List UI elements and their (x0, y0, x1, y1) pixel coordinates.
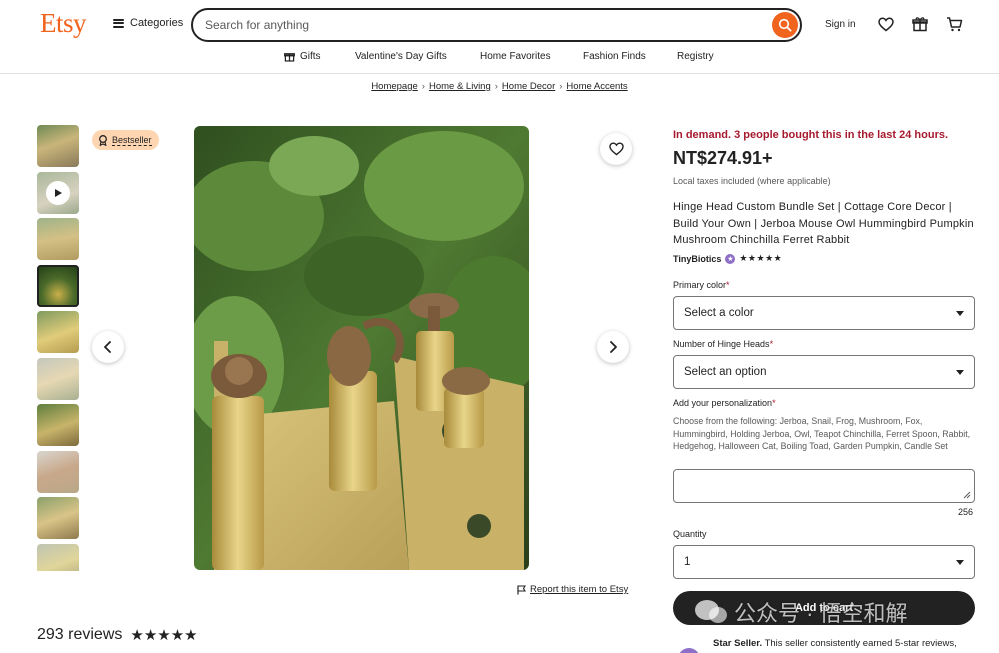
quantity-value: 1 (684, 556, 691, 568)
breadcrumb-home-decor[interactable]: Home Decor (502, 81, 555, 92)
flag-icon (517, 584, 526, 594)
primary-color-label-text: Primary color (673, 280, 727, 290)
signin-link[interactable]: Sign in (825, 19, 856, 30)
personalization-instructions: Choose from the following: Jerboa, Snail… (673, 416, 971, 451)
video-thumbnail[interactable] (37, 171, 79, 214)
gift-icon (284, 53, 295, 62)
rating-stars: ★★★★★ (130, 627, 198, 644)
search-bar (191, 8, 802, 42)
heart-icon (608, 142, 624, 156)
chevron-left-icon (104, 341, 111, 353)
nav-gifts-label: Gifts (300, 51, 321, 62)
star-seller-text: This seller consistently earned 5-star r… (764, 638, 957, 649)
bestseller-badge[interactable]: Bestseller (92, 130, 159, 150)
thumbnail[interactable] (37, 450, 79, 493)
thumbnail-active[interactable] (37, 264, 79, 307)
chevron-right-icon: › (421, 81, 425, 92)
product-photo (194, 126, 529, 570)
primary-color-label: Primary color* (673, 280, 730, 290)
thumbnail[interactable] (37, 125, 79, 167)
reviews-count: 293 reviews (37, 626, 123, 643)
hinge-heads-select[interactable]: Select an option (673, 355, 975, 389)
thumbnail[interactable] (37, 311, 79, 353)
star-seller-title: Star Seller. (713, 638, 763, 649)
nav-gifts[interactable]: Gifts (284, 51, 321, 62)
required-mark: * (772, 398, 776, 408)
categories-label: Categories (130, 17, 184, 29)
cart-button[interactable] (945, 15, 963, 33)
report-item-link[interactable]: Report this item to Etsy (517, 584, 628, 595)
quantity-label: Quantity (673, 529, 707, 539)
nav-valentines[interactable]: Valentine's Day Gifts (355, 51, 447, 62)
hinge-heads-label: Number of Hinge Heads* (673, 339, 773, 349)
primary-color-value: Select a color (684, 307, 754, 319)
etsy-logo[interactable]: Etsy (40, 8, 87, 39)
breadcrumb-home-accents[interactable]: Home Accents (566, 81, 627, 92)
hinge-heads-value: Select an option (684, 366, 767, 378)
add-favorite-button[interactable] (600, 133, 632, 165)
character-counter: 256 (958, 507, 974, 517)
shop-info: TinyBiotics ★ ★★★★★ (673, 253, 782, 264)
product-price: NT$274.91+ (673, 148, 773, 168)
bestseller-label: Bestseller (112, 134, 152, 146)
nav-home-favorites[interactable]: Home Favorites (480, 51, 551, 62)
search-input[interactable] (205, 16, 765, 34)
breadcrumb-home-living[interactable]: Home & Living (429, 81, 491, 92)
thumbnail[interactable] (37, 543, 79, 571)
add-to-cart-button[interactable]: Add to cart (673, 591, 975, 625)
caret-down-icon (956, 559, 964, 565)
cart-icon (946, 17, 962, 32)
gift-icon (912, 17, 928, 32)
thumbnail[interactable] (37, 497, 79, 539)
nav-fashion-finds[interactable]: Fashion Finds (583, 51, 646, 62)
thumbnail[interactable] (37, 357, 79, 400)
required-mark: * (726, 280, 730, 290)
next-image-button[interactable] (597, 331, 629, 363)
product-image[interactable] (194, 126, 529, 570)
chevron-right-icon: › (559, 81, 563, 92)
report-item-label: Report this item to Etsy (530, 584, 629, 595)
shop-name-link[interactable]: TinyBiotics (673, 254, 721, 264)
play-icon (46, 180, 70, 205)
tax-note: Local taxes included (where applicable) (673, 176, 831, 186)
breadcrumb: Homepage › Home & Living › Home Decor › Home A… (0, 81, 999, 92)
star-seller-note: Star Seller. This seller consistently ea… (713, 637, 973, 650)
menu-icon (113, 18, 124, 28)
personalization-textarea[interactable] (673, 469, 975, 503)
quantity-select[interactable]: 1 (673, 545, 975, 579)
reviews-summary: 293 reviews ★★★★★ (37, 626, 198, 644)
caret-down-icon (956, 369, 964, 375)
star-seller-icon (678, 648, 700, 653)
demand-notice: In demand. 3 people bought this in the l… (673, 129, 949, 141)
shop-rating-stars[interactable]: ★★★★★ (739, 253, 782, 264)
resize-handle-icon[interactable] (963, 491, 971, 499)
caret-down-icon (956, 310, 964, 316)
search-button[interactable] (772, 12, 798, 38)
breadcrumb-homepage[interactable]: Homepage (371, 81, 417, 92)
required-mark: * (769, 339, 774, 349)
thumbnail-strip (37, 125, 79, 571)
nav-registry[interactable]: Registry (677, 51, 714, 62)
award-icon (99, 134, 107, 146)
personalization-label: Add your personalization* (673, 398, 776, 408)
favorites-button[interactable] (877, 15, 895, 33)
hinge-heads-label-text: Number of Hinge Heads (673, 339, 770, 349)
site-header: Etsy Categories Sign in (0, 0, 999, 48)
heart-icon (878, 17, 894, 31)
categories-button[interactable]: Categories (113, 17, 183, 29)
chevron-right-icon (610, 341, 617, 353)
personalization-label-text: Add your personalization (673, 398, 773, 408)
search-icon (778, 18, 792, 32)
thumbnail[interactable] (37, 218, 79, 260)
category-nav: Gifts Valentine's Day Gifts Home Favorit… (0, 48, 999, 74)
thumbnail[interactable] (37, 404, 79, 446)
chevron-right-icon: › (494, 81, 498, 92)
product-title: Hinge Head Custom Bundle Set | Cottage C… (673, 201, 974, 246)
gift-button[interactable] (911, 15, 929, 33)
previous-image-button[interactable] (92, 331, 124, 363)
primary-color-select[interactable]: Select a color (673, 296, 975, 330)
star-seller-badge-icon: ★ (725, 253, 736, 264)
